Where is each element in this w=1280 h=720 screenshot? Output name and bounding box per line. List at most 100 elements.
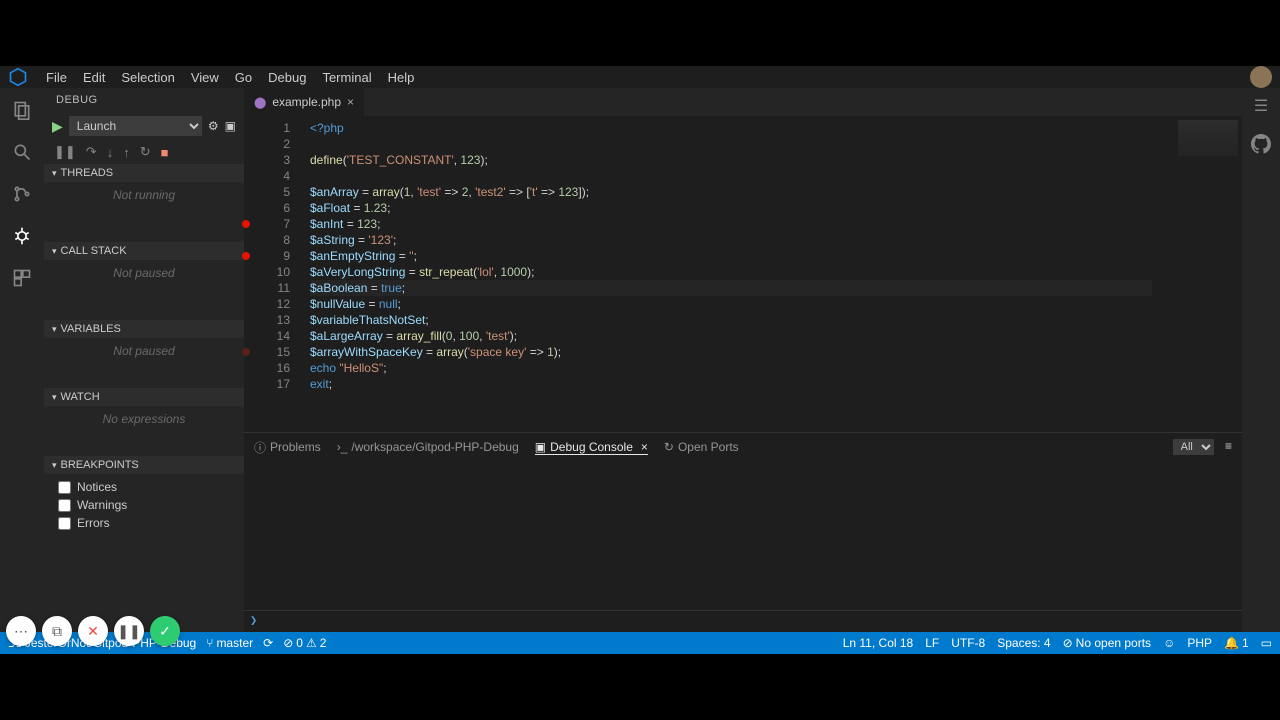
status-language[interactable]: PHP [1187, 636, 1212, 650]
sidebar-title: DEBUG [44, 88, 244, 112]
status-encoding[interactable]: UTF-8 [951, 636, 985, 650]
error-icon: ⊘ [283, 636, 293, 650]
chevron-down-icon: ▾ [52, 392, 57, 403]
launch-config-select[interactable]: Launch [69, 116, 202, 136]
chevron-down-icon: ▾ [52, 460, 57, 471]
step-into-icon[interactable]: ↓ [107, 145, 114, 160]
panel-filter: All ≡ [1173, 439, 1232, 455]
smiley-icon: ☺ [1163, 636, 1175, 650]
menu-help[interactable]: Help [380, 68, 423, 87]
extensions-icon[interactable] [8, 264, 36, 292]
panel-tab-debug-console[interactable]: ▣Debug Console× [535, 440, 648, 455]
status-layout[interactable]: ▭ [1261, 636, 1272, 650]
chevron-down-icon: ▾ [52, 324, 57, 335]
status-cursor[interactable]: Ln 11, Col 18 [843, 636, 914, 650]
line-gutter[interactable]: 1234567891011121314151617 [244, 116, 302, 432]
github-icon[interactable] [1251, 134, 1271, 159]
section-breakpoints[interactable]: ▾BREAKPOINTS [44, 456, 244, 474]
menu-terminal[interactable]: Terminal [314, 68, 379, 87]
debug-console-input[interactable]: ❯ [244, 610, 1242, 632]
bp-warnings[interactable]: Warnings [44, 496, 244, 514]
ports-icon: ↻ [664, 440, 674, 454]
floating-toolbar: ⋯ ⧉ ✕ ❚❚ ✓ [6, 616, 180, 646]
user-avatar[interactable] [1250, 66, 1272, 88]
bottom-panel: ⓘProblems ›_/workspace/Gitpod-PHP-Debug … [244, 432, 1242, 632]
menu-view[interactable]: View [183, 68, 227, 87]
info-icon: ⓘ [254, 439, 266, 456]
step-over-icon[interactable]: ↷ [86, 144, 97, 160]
branch-icon: ⑂ [206, 636, 213, 650]
activity-bar [0, 88, 44, 632]
variables-empty: Not paused [44, 338, 244, 388]
search-icon[interactable] [8, 138, 36, 166]
menu-file[interactable]: File [38, 68, 75, 87]
right-rail: ☰ [1242, 88, 1280, 632]
debug-icon[interactable] [8, 222, 36, 250]
ports-icon: ⊘ [1063, 636, 1073, 650]
clear-console-icon[interactable]: ≡ [1225, 439, 1232, 453]
panel-tabs: ⓘProblems ›_/workspace/Gitpod-PHP-Debug … [244, 433, 1242, 461]
status-eol[interactable]: LF [925, 636, 939, 650]
status-branch[interactable]: ⑂master [206, 636, 253, 650]
float-pause-icon[interactable]: ❚❚ [114, 616, 144, 646]
section-variables[interactable]: ▾VARIABLES [44, 320, 244, 338]
status-feedback[interactable]: ☺ [1163, 636, 1175, 650]
watch-empty: No expressions [44, 406, 244, 456]
section-callstack[interactable]: ▾CALL STACK [44, 242, 244, 260]
step-out-icon[interactable]: ↑ [123, 145, 130, 160]
close-icon[interactable]: × [641, 440, 648, 454]
status-problems[interactable]: ⊘0 ⚠2 [283, 636, 326, 650]
minimap[interactable] [1152, 116, 1242, 432]
debug-console-output[interactable] [244, 461, 1242, 610]
debug-console-toggle-icon[interactable]: ▣ [225, 119, 236, 133]
menu-debug[interactable]: Debug [260, 68, 314, 87]
panel-tab-problems[interactable]: ⓘProblems [254, 439, 321, 456]
debug-sidebar: DEBUG ▶ Launch ⚙ ▣ ❚❚ ↷ ↓ ↑ ↻ ■ ▾THREADS… [44, 88, 244, 632]
code-editor[interactable]: <?php define('TEST_CONSTANT', 123); $anA… [302, 116, 1152, 432]
console-filter-select[interactable]: All [1173, 439, 1214, 455]
status-indent[interactable]: Spaces: 4 [997, 636, 1050, 650]
float-record-icon[interactable]: ⧉ [42, 616, 72, 646]
chevron-down-icon: ▾ [52, 246, 57, 257]
callstack-empty: Not paused [44, 260, 244, 320]
menu-edit[interactable]: Edit [75, 68, 113, 87]
stop-icon[interactable]: ■ [161, 145, 169, 160]
source-control-icon[interactable] [8, 180, 36, 208]
debug-controls: ❚❚ ↷ ↓ ↑ ↻ ■ [44, 140, 244, 164]
float-more-icon[interactable]: ⋯ [6, 616, 36, 646]
section-watch[interactable]: ▾WATCH [44, 388, 244, 406]
float-cancel-icon[interactable]: ✕ [78, 616, 108, 646]
panel-tab-open-ports[interactable]: ↻Open Ports [664, 440, 739, 454]
terminal-icon: ›_ [337, 440, 348, 454]
tab-example-php[interactable]: ⬤ example.php × [244, 88, 365, 116]
minimap-viewport [1178, 120, 1238, 156]
close-icon[interactable]: × [347, 95, 354, 109]
editor-tabs: ⬤ example.php × [244, 88, 1242, 116]
menu-bar: File Edit Selection View Go Debug Termin… [0, 66, 1280, 88]
sync-icon: ⟳ [263, 636, 273, 650]
float-confirm-icon[interactable]: ✓ [150, 616, 180, 646]
pause-icon[interactable]: ❚❚ [54, 144, 76, 160]
gear-icon[interactable]: ⚙ [208, 119, 219, 133]
status-sync[interactable]: ⟳ [263, 636, 273, 650]
panel-tab-terminal[interactable]: ›_/workspace/Gitpod-PHP-Debug [337, 440, 519, 454]
tab-label: example.php [272, 95, 341, 109]
php-file-icon: ⬤ [254, 96, 266, 109]
bp-errors[interactable]: Errors [44, 514, 244, 532]
status-bar: ⎇JesterOrNot/Gitpod-PHP-Debug ⑂master ⟳ … [0, 632, 1280, 654]
explorer-icon[interactable] [8, 96, 36, 124]
bell-icon: 🔔 [1224, 636, 1239, 650]
status-ports[interactable]: ⊘No open ports [1063, 636, 1151, 650]
menu-go[interactable]: Go [227, 68, 260, 87]
threads-empty: Not running [44, 182, 244, 242]
app-logo-icon [8, 67, 28, 87]
start-debug-icon[interactable]: ▶ [52, 118, 63, 135]
outline-icon[interactable]: ☰ [1254, 96, 1268, 116]
section-threads[interactable]: ▾THREADS [44, 164, 244, 182]
status-notifications[interactable]: 🔔1 [1224, 636, 1249, 650]
bp-notices[interactable]: Notices [44, 478, 244, 496]
warning-icon: ⚠ [306, 636, 317, 650]
chevron-down-icon: ▾ [52, 168, 57, 179]
menu-selection[interactable]: Selection [113, 68, 182, 87]
restart-icon[interactable]: ↻ [140, 144, 151, 160]
